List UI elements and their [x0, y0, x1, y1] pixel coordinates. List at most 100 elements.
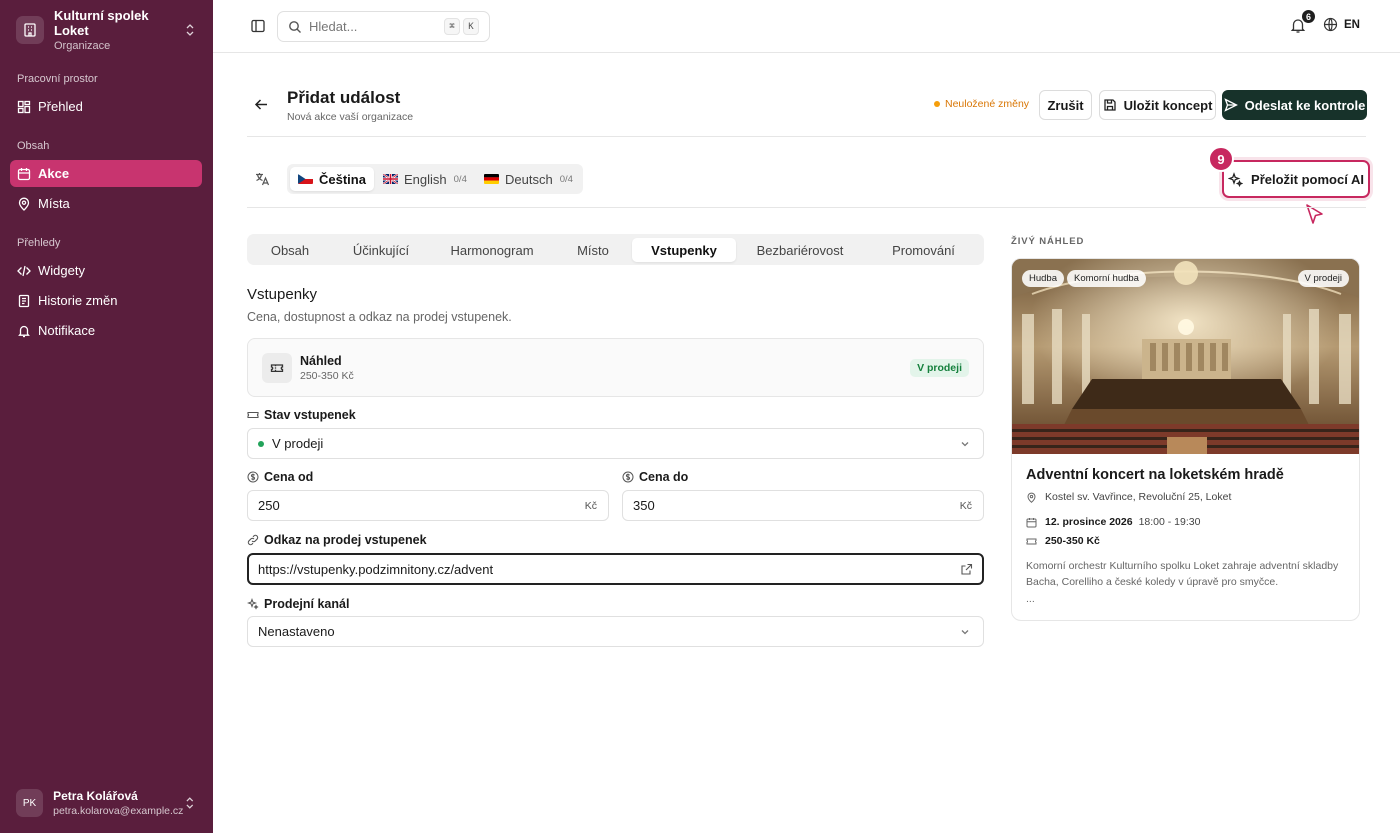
- dollar-circle-icon: [247, 471, 259, 483]
- section-tabs: Obsah Účinkující Harmonogram Místo Vstup…: [247, 234, 984, 265]
- live-preview-card: Hudba Komorní hudba V prodeji Adventní k…: [1011, 258, 1360, 621]
- tab-harmonogram[interactable]: Harmonogram: [434, 238, 550, 262]
- lang-tab-label: Čeština: [319, 171, 366, 187]
- tab-ucinkujici[interactable]: Účinkující: [336, 238, 426, 262]
- kbd-command: ⌘: [444, 18, 460, 35]
- save-draft-button[interactable]: Uložit koncept: [1099, 90, 1216, 120]
- chevron-down-icon: [961, 441, 969, 446]
- currency-suffix: Kč: [959, 499, 972, 512]
- lang-tab-count: 0/4: [453, 173, 467, 185]
- category-tag: Komorní hudba: [1067, 270, 1146, 287]
- external-link-icon[interactable]: [960, 563, 973, 576]
- sidebar-item-label: Místa: [38, 196, 70, 211]
- price-to-label-text: Cena do: [639, 470, 689, 484]
- bell-icon: [18, 325, 30, 337]
- sidebar-item-akce[interactable]: Akce: [10, 160, 202, 187]
- ticket-preview-price: 250-350 Kč: [300, 370, 354, 382]
- chevrons-up-down-icon: [186, 797, 194, 809]
- lang-tab-de[interactable]: Deutsch 0/4: [476, 167, 581, 191]
- price-to-label: Cena do: [622, 470, 688, 484]
- uk-flag-icon: [383, 174, 398, 184]
- grid-icon: [17, 100, 31, 113]
- event-datetime: 12. prosince 2026 18:00 - 19:30: [1026, 516, 1200, 528]
- cancel-button[interactable]: Zrušit: [1039, 90, 1092, 120]
- sidebar: Kulturní spolek Loket Organizace Pracovn…: [0, 0, 213, 833]
- german-flag-icon: [484, 174, 499, 184]
- ticket-preview-card: Náhled 250-350 Kč V prodeji: [247, 338, 984, 397]
- sales-channel-select[interactable]: Nenastaveno: [247, 616, 984, 647]
- org-type: Organizace: [54, 40, 111, 52]
- event-time: 18:00 - 19:30: [1138, 516, 1201, 528]
- sidebar-item-prehled[interactable]: Přehled: [10, 93, 202, 120]
- org-switcher[interactable]: Kulturní spolek Loket Organizace: [10, 8, 203, 52]
- sidebar-item-historie[interactable]: Historie změn: [10, 287, 202, 314]
- tab-misto[interactable]: Místo: [558, 238, 628, 262]
- ticket-link-label-text: Odkaz na prodej vstupenek: [264, 533, 427, 547]
- page-title: Přidat událost: [287, 88, 401, 107]
- kbd-k: K: [463, 18, 479, 35]
- step-number-badge: 9: [1208, 146, 1234, 172]
- search-input[interactable]: Hledat... ⌘ K: [277, 11, 490, 42]
- ticket-preview-title: Náhled: [300, 354, 342, 368]
- ticket-icon: [262, 353, 292, 383]
- sales-channel-label: Prodejní kanál: [247, 597, 349, 611]
- user-menu[interactable]: PK Petra Kolářová petra.kolarova@example…: [10, 782, 203, 824]
- sidebar-item-label: Akce: [38, 166, 70, 181]
- sales-channel-value: Nenastaveno: [258, 624, 335, 639]
- sparkles-icon: [1228, 171, 1244, 187]
- ticket-status-value: V prodeji: [272, 436, 324, 451]
- tab-promovani[interactable]: Promování: [867, 238, 980, 262]
- calendar-icon: [17, 167, 31, 180]
- ticket-status-label: Stav vstupenek: [247, 408, 356, 422]
- tab-bezbarierovost[interactable]: Bezbariérovost: [743, 238, 857, 262]
- unsaved-label: Neuložené změny: [945, 98, 1030, 110]
- topbar: Hledat... ⌘ K 6 EN: [213, 0, 1400, 53]
- lang-tab-en[interactable]: English 0/4: [375, 167, 475, 191]
- ticket-link-label: Odkaz na prodej vstupenek: [247, 533, 427, 547]
- tab-obsah[interactable]: Obsah: [251, 238, 329, 262]
- event-date: 12. prosince 2026: [1045, 516, 1133, 528]
- nav-section-overviews: Přehledy: [17, 237, 61, 249]
- ticket-icon: [247, 411, 259, 419]
- sparkles-icon: [247, 598, 259, 610]
- price-to-input[interactable]: 350 Kč: [622, 490, 984, 521]
- description-ellipsis: ...: [1026, 593, 1035, 605]
- user-name: Petra Kolářová: [53, 789, 138, 803]
- sidebar-toggle-icon[interactable]: [250, 18, 266, 34]
- concert-hall-image: [1012, 259, 1359, 454]
- ticket-link-value: https://vstupenky.podzimnitony.cz/advent: [258, 561, 494, 577]
- event-location: Kostel sv. Vavřince, Revoluční 25, Loket: [1026, 491, 1231, 503]
- save-draft-label: Uložit koncept: [1123, 97, 1213, 113]
- sidebar-item-notifikace[interactable]: Notifikace: [10, 317, 202, 344]
- section-description: Cena, dostupnost a odkaz na prodej vstup…: [247, 310, 512, 324]
- event-title: Adventní koncert na loketském hradě: [1026, 467, 1284, 483]
- sidebar-item-label: Historie změn: [38, 293, 118, 308]
- sidebar-item-mista[interactable]: Místa: [10, 190, 202, 217]
- map-pin-icon: [18, 197, 30, 211]
- price-from-input[interactable]: 250 Kč: [247, 490, 609, 521]
- status-dot: [258, 440, 264, 447]
- submit-for-review-button[interactable]: Odeslat ke kontrole: [1222, 90, 1367, 120]
- lang-tab-cs[interactable]: Čeština: [290, 167, 374, 191]
- price-to-value: 350: [633, 498, 655, 513]
- header-divider: [247, 136, 1366, 137]
- status-tag: V prodeji: [1297, 270, 1349, 287]
- org-name: Kulturní spolek Loket: [54, 8, 149, 38]
- event-description: Komorní orchestr Kulturního spolku Loket…: [1026, 560, 1339, 588]
- ticket-link-input[interactable]: https://vstupenky.podzimnitony.cz/advent: [247, 553, 984, 585]
- tab-vstupenky[interactable]: Vstupenky: [632, 238, 736, 262]
- ticket-status-label-text: Stav vstupenek: [264, 408, 356, 422]
- czech-flag-icon: [298, 174, 313, 184]
- language-code: EN: [1344, 18, 1360, 31]
- translate-with-ai-button[interactable]: Přeložit pomocí AI: [1222, 160, 1370, 198]
- lang-divider: [247, 207, 1366, 208]
- send-icon: [1224, 98, 1238, 112]
- search-icon: [289, 20, 301, 33]
- sidebar-item-widgety[interactable]: Widgety: [10, 257, 202, 284]
- ticket-status-select[interactable]: V prodeji: [247, 428, 984, 459]
- event-location-text: Kostel sv. Vavřince, Revoluční 25, Loket: [1045, 491, 1232, 503]
- language-switcher[interactable]: EN: [1323, 17, 1360, 32]
- map-pin-icon: [1027, 492, 1036, 503]
- back-arrow-icon[interactable]: [253, 96, 270, 113]
- sales-channel-label-text: Prodejní kanál: [264, 597, 350, 611]
